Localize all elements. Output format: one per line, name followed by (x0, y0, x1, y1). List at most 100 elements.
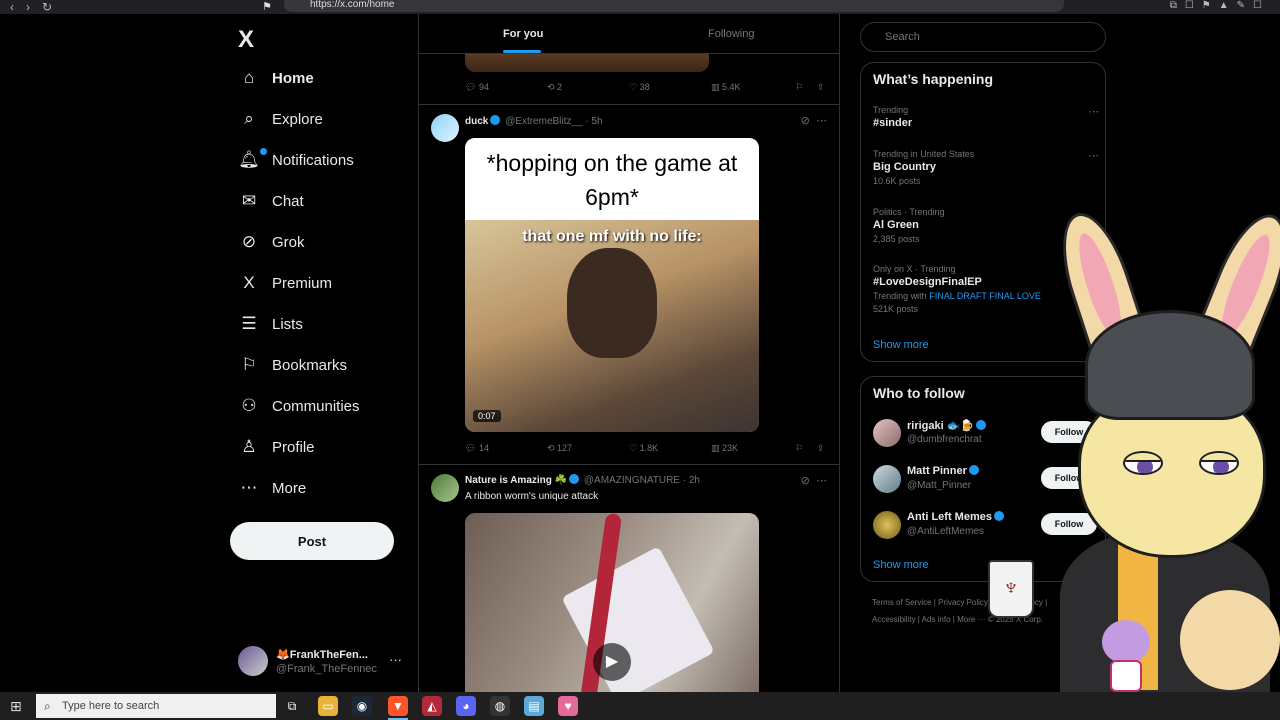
bookmark-page-icon[interactable]: ⚑ (262, 0, 272, 13)
nav-item-more[interactable]: ⋯ More (238, 468, 307, 508)
repost-button[interactable]: ⟲ 2 (547, 82, 562, 93)
address-bar[interactable]: https://x.com/home (284, 0, 1064, 12)
left-nav: X ⌂ Home ⌕ Explore 🔔︎ Notifications ✉ Chat ⊘ Grok… (228, 14, 418, 692)
author-handle[interactable]: @AMAZINGNATURE (584, 475, 680, 486)
chibi-figure (1098, 620, 1154, 692)
windows-start-icon[interactable]: ⊞ (10, 698, 22, 715)
forward-icon[interactable]: › (26, 0, 30, 14)
obs-icon[interactable]: ◍ (490, 696, 510, 716)
discord-icon[interactable]: ◕ (456, 696, 476, 716)
fox-tail (1180, 590, 1280, 690)
more-icon[interactable]: ⋯ (1088, 149, 1099, 162)
show-more-link[interactable]: Show more (873, 559, 929, 571)
trend-item[interactable]: Trending in United States Big Country 10… (873, 149, 1093, 186)
nav-item-label: Premium (272, 274, 333, 292)
grok-icon[interactable]: ⊘ (801, 475, 810, 487)
list-icon: ☰ (241, 314, 257, 333)
repost-button[interactable]: ⟲ 127 (547, 443, 572, 454)
grok-icon[interactable]: ⊘ (801, 115, 810, 127)
previous-tweet-media[interactable] (465, 54, 709, 72)
tab-for-you[interactable]: For you (503, 28, 543, 40)
post-button[interactable]: Post (230, 522, 394, 560)
tweet-tools: ⊘ ⋯ (801, 114, 827, 127)
search-input[interactable] (860, 22, 1106, 52)
nav-item-home[interactable]: ⌂ Home (238, 58, 314, 98)
brave-icon[interactable]: ▼ (388, 696, 408, 716)
views-button[interactable]: ▥ 5.4K (711, 82, 741, 93)
avatar[interactable] (873, 511, 901, 539)
tweet-header: duck @ExtremeBlitz__ · 5h (465, 115, 603, 127)
suggestion-handle: @dumbfrenchrat (907, 434, 982, 445)
avatar[interactable] (431, 474, 459, 502)
author-name[interactable]: duck (465, 116, 488, 127)
more-icon[interactable]: ··· (389, 652, 402, 667)
nav-item-bookmarks[interactable]: ⚐ Bookmarks (238, 345, 347, 385)
nav-item-grok[interactable]: ⊘ Grok (238, 222, 305, 262)
views-button[interactable]: ▥ 23K (711, 443, 738, 454)
trend-related-tags[interactable]: FINAL DRAFT FINAL LOVE (929, 291, 1041, 301)
steam-icon[interactable]: ◉ (352, 696, 372, 716)
bookmark-icon[interactable]: ⚐ (795, 82, 803, 93)
nav-item-label: Home (272, 69, 314, 87)
extension-icons[interactable]: ⧉☐⚑▲✎☐ (1170, 0, 1270, 11)
taskbar-search[interactable]: ⌕ Type here to search (36, 694, 276, 718)
like-button[interactable]: ♡ 38 (629, 82, 650, 93)
nav-item-communities[interactable]: ⚇ Communities (238, 386, 359, 426)
more-icon[interactable]: ⋯ (816, 115, 827, 127)
vtube-studio-icon[interactable]: ♥ (558, 696, 578, 716)
more-icon[interactable]: ⋯ (816, 475, 827, 487)
video-duration: 0:07 (473, 410, 501, 422)
nav-item-explore[interactable]: ⌕ Explore (238, 99, 323, 139)
nav-item-label: Grok (272, 233, 305, 251)
more-icon[interactable]: ⋯ (1088, 105, 1099, 118)
share-icon[interactable]: ⇪ (817, 82, 825, 93)
file-explorer-icon[interactable]: ▭ (318, 696, 338, 716)
timeline: For you Following 💬︎ 94 ⟲ 2 ♡ 38 ▥ 5.4K … (418, 14, 840, 692)
nav-item-premium[interactable]: X Premium (238, 263, 332, 303)
like-button[interactable]: ♡ 1.8K (629, 443, 658, 454)
back-icon[interactable]: ‹ (10, 0, 14, 14)
nav-item-profile[interactable]: ♙ Profile (238, 427, 314, 467)
tweet-video[interactable]: ▶ (465, 513, 759, 692)
trend-item[interactable]: Trending #sinder (873, 105, 1093, 129)
bookmark-icon[interactable]: ⚐ (795, 443, 803, 454)
app-icon[interactable]: ◭ (422, 696, 442, 716)
task-view-icon[interactable]: ⧉ (282, 696, 302, 716)
notepad-icon[interactable]: ▤ (524, 696, 544, 716)
share-icon[interactable]: ⇪ (817, 443, 825, 454)
tweet-time[interactable]: · 2h (683, 475, 700, 486)
reload-icon[interactable]: ↻ (42, 0, 52, 14)
tab-following[interactable]: Following (708, 28, 754, 40)
browser-nav: ‹ › ↻ (10, 0, 70, 14)
tweet-video[interactable]: *hopping on the game at 6pm* that one mf… (465, 138, 759, 432)
suggestion-name: Matt Pinner (907, 465, 981, 477)
video-subject (567, 248, 657, 358)
avatar[interactable] (873, 465, 901, 493)
suggestion-name: Anti Left Memes (907, 511, 1006, 523)
avatar[interactable] (431, 114, 459, 142)
meme-subcaption: that one mf with no life: (522, 228, 702, 245)
browser-toolbar: ‹ › ↻ ⚑ https://x.com/home ⧉☐⚑▲✎☐ (0, 0, 1280, 14)
verified-badge-icon (490, 115, 501, 125)
timeline-tabs: For you Following (419, 14, 839, 54)
bookmark-icon: ⚐ (241, 355, 257, 374)
reply-button[interactable]: 💬︎ 94 (465, 82, 489, 93)
avatar[interactable] (873, 419, 901, 447)
nav-item-notifications[interactable]: 🔔︎ Notifications (238, 140, 354, 180)
verified-badge-icon (569, 474, 580, 484)
nav-item-label: Notifications (272, 151, 354, 169)
grok-icon: ⊘ (241, 232, 257, 251)
play-icon[interactable]: ▶ (593, 643, 631, 681)
tweet-time[interactable]: · 5h (585, 116, 602, 127)
author-name[interactable]: Nature is Amazing ☘️ (465, 475, 567, 486)
show-more-link[interactable]: Show more (873, 339, 929, 351)
notification-badge (260, 148, 267, 155)
account-switcher[interactable]: 🦊FrankTheFen... @Frank_TheFennec ··· (238, 644, 408, 680)
beanie (1085, 310, 1255, 420)
taskbar-search-placeholder: Type here to search (62, 700, 160, 712)
reply-button[interactable]: 💬︎ 14 (465, 443, 489, 454)
author-handle[interactable]: @ExtremeBlitz__ (505, 116, 582, 127)
x-logo-icon[interactable]: X (238, 26, 254, 54)
nav-item-lists[interactable]: ☰ Lists (238, 304, 302, 344)
nav-item-chat[interactable]: ✉ Chat (238, 181, 304, 221)
